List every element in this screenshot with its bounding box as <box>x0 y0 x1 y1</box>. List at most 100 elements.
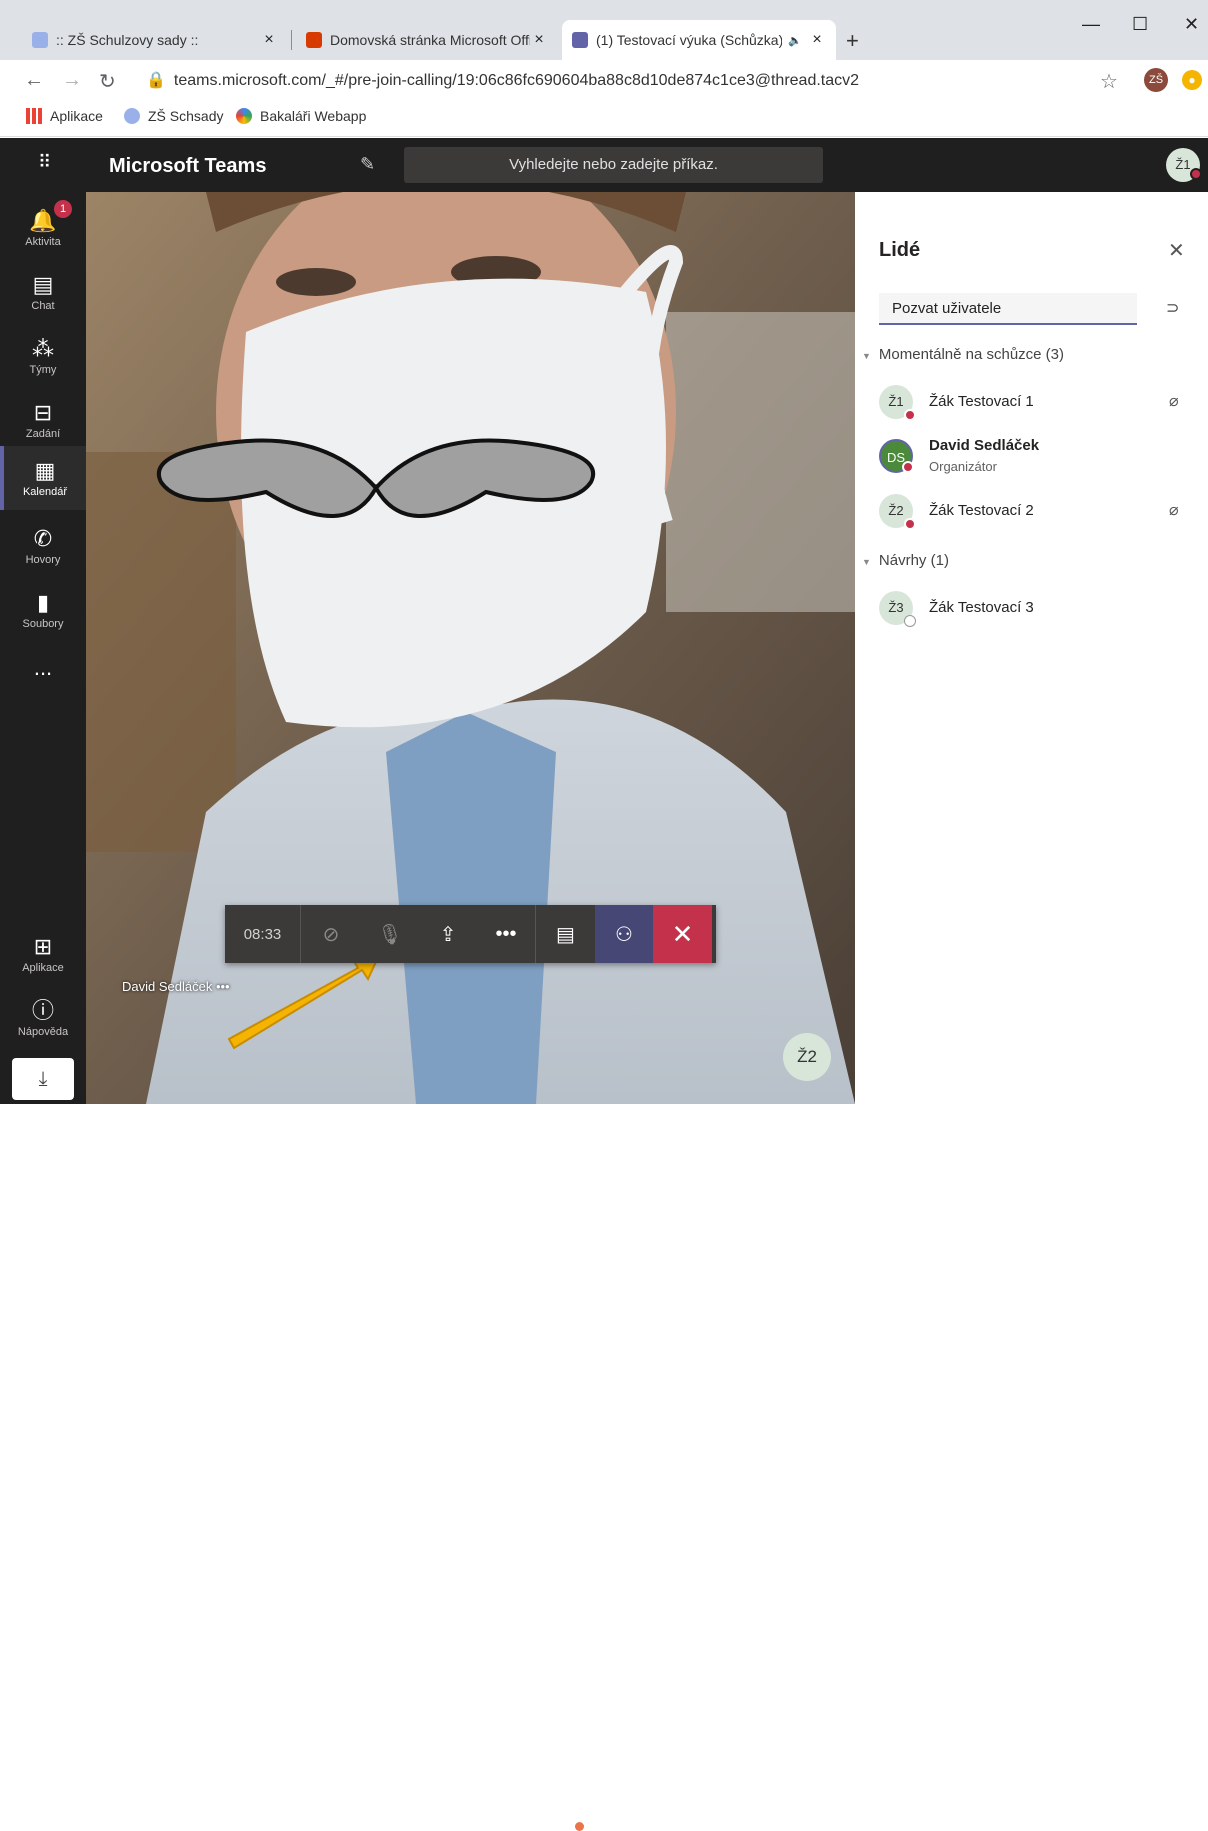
speaker-name: David Sedláček <box>122 979 213 994</box>
show-participants-button[interactable]: ⚇ <box>595 905 653 963</box>
mic-muted-icon: ⌀ <box>1169 502 1179 519</box>
camera-off-icon: ⊘ <box>322 923 340 946</box>
avatar: Ž3 <box>879 591 916 627</box>
rail-item-more[interactable]: ... <box>0 636 86 700</box>
rail-label: Týmy <box>29 363 57 376</box>
bookmark-bakalari[interactable]: Bakaláři Webapp <box>236 108 366 124</box>
tab-close-icon[interactable]: × <box>808 31 826 49</box>
bell-icon: 🔔 <box>29 207 57 233</box>
tab-close-icon[interactable]: × <box>260 31 278 49</box>
people-panel <box>855 192 1208 1104</box>
participant-name: Žák Testovací 2 <box>929 502 1034 519</box>
participant-row[interactable]: Ž1 Žák Testovací 1 ⌀ <box>879 381 1199 425</box>
panel-title: Lidé <box>879 239 921 261</box>
share-screen-button[interactable]: ⇪ <box>419 905 477 963</box>
rail-item-assignments[interactable]: ⊟ Zadání <box>0 388 86 452</box>
invite-people-input[interactable]: Pozvat uživatele <box>879 293 1137 325</box>
status-offline-dot <box>904 615 916 627</box>
phone-icon: ✆ <box>33 525 53 551</box>
camera-off-button[interactable]: ⊘ <box>301 905 361 963</box>
microphone-muted-button[interactable]: 🎙 <box>361 905 419 963</box>
avatar: DS <box>879 439 914 473</box>
forward-button[interactable]: → <box>62 69 82 92</box>
section-suggestions[interactable]: ▼ Návrhy (1) <box>862 552 949 569</box>
participant-role: Organizátor <box>929 459 997 474</box>
bookmark-apps[interactable]: Aplikace <box>26 108 103 124</box>
tab-suffix: :: <box>190 32 199 48</box>
copy-link-icon[interactable]: ⊃ <box>1166 298 1179 318</box>
status-busy-dot <box>902 461 914 473</box>
status-busy-dot <box>1190 168 1202 180</box>
rail-label: Aplikace <box>22 961 64 974</box>
app-launcher-icon[interactable]: ⠿ <box>38 152 52 173</box>
download-app-icon[interactable]: ⤓ <box>12 1058 74 1100</box>
section-in-meeting[interactable]: ▼ Momentálně na schůzce (3) <box>862 346 1064 363</box>
maximize-button[interactable]: ☐ <box>1132 14 1148 35</box>
tab-teams-meeting[interactable]: (1) Testovací výuka (Schůzka) 🔈 × <box>562 20 836 60</box>
rail-label: Nápověda <box>17 1025 69 1038</box>
tab-title: (1) Testovací výuka (Schůzka) <box>596 32 783 48</box>
rail-item-apps[interactable]: ⊞ Aplikace <box>0 922 86 986</box>
participant-name: David Sedláček <box>929 437 1040 454</box>
section-label: Momentálně na schůzce (3) <box>878 346 1065 363</box>
collapse-caret-icon: ▼ <box>862 351 871 361</box>
back-button[interactable]: ← <box>24 69 44 92</box>
tab-school[interactable]: :: ZŠ Schulzovy sady :: × <box>22 20 288 60</box>
new-chat-icon[interactable]: ✎ <box>360 154 375 175</box>
participant-name: Žák Testovací 3 <box>929 599 1034 616</box>
bookmark-star-icon[interactable]: ☆ <box>1100 69 1118 94</box>
close-window-button[interactable]: ✕ <box>1184 14 1199 35</box>
backpack-icon: ⊟ <box>33 399 53 425</box>
tab-close-icon[interactable]: × <box>530 31 548 49</box>
file-icon: ▮ <box>36 589 50 615</box>
tab-prefix: :: <box>56 32 64 48</box>
speaker-more-icon[interactable]: ••• <box>216 979 230 994</box>
minimize-button[interactable]: — <box>1082 14 1100 35</box>
bookmark-label: Bakaláři Webapp <box>260 108 367 124</box>
command-search-box[interactable]: Vyhledejte nebo zadejte příkaz. <box>404 147 823 183</box>
app-title: Microsoft Teams <box>109 155 267 177</box>
extension-icon[interactable]: ● <box>1182 70 1202 90</box>
participant-row[interactable]: DS David Sedláček Organizátor <box>879 435 1199 479</box>
school-icon <box>124 108 140 124</box>
speaker-name-label: David Sedláček ••• <box>122 979 230 994</box>
people-icon: ⚇ <box>615 923 633 946</box>
rail-label: Soubory <box>22 617 64 630</box>
teams-favicon-icon <box>572 32 588 48</box>
calendar-icon: ▦ <box>34 457 56 483</box>
rail-label: Hovory <box>25 553 61 566</box>
rail-item-files[interactable]: ▮ Soubory <box>0 578 86 642</box>
tab-office[interactable]: Domovská stránka Microsoft Offi × <box>296 20 558 60</box>
status-busy-dot <box>904 409 916 421</box>
audio-playing-icon[interactable]: 🔈 <box>788 34 802 47</box>
mic-muted-icon: 🎙 <box>377 923 403 946</box>
url-text: teams.microsoft.com/_#/pre-join-calling/… <box>173 72 860 89</box>
more-actions-button[interactable]: ••• <box>477 905 535 963</box>
address-bar[interactable]: 🔒 teams.microsoft.com/_#/pre-join-calling… <box>146 70 859 90</box>
rail-label: Kalendář <box>22 485 68 498</box>
suggestion-row[interactable]: Ž3 Žák Testovací 3 <box>879 587 1199 631</box>
participant-row[interactable]: Ž2 Žák Testovací 2 ⌀ <box>879 490 1199 534</box>
school-favicon-icon <box>32 32 48 48</box>
lock-icon: 🔒 <box>146 72 166 89</box>
profile-avatar[interactable]: ZŠ <box>1144 68 1168 92</box>
avatar: Ž2 <box>879 494 916 530</box>
teams-icon: ⁂ <box>32 335 54 361</box>
rail-item-activity[interactable]: 🔔 1 Aktivita <box>0 196 86 260</box>
rail-item-calendar[interactable]: ▦ Kalendář <box>0 446 86 510</box>
show-conversation-button[interactable]: ▤ <box>535 905 595 963</box>
close-panel-icon[interactable]: ✕ <box>1168 238 1185 263</box>
leave-call-button[interactable]: ✕ <box>653 905 712 963</box>
rail-item-help[interactable]: ⓘ Nápověda <box>0 986 86 1050</box>
avatar-initials: Ž2 <box>888 503 904 518</box>
bookmark-school[interactable]: ZŠ Schsady <box>124 108 223 124</box>
rail-item-calls[interactable]: ✆ Hovory <box>0 514 86 578</box>
new-tab-button[interactable]: + <box>846 28 859 54</box>
video-stage <box>86 192 855 1104</box>
reload-button[interactable]: ↻ <box>99 69 116 94</box>
rail-item-chat[interactable]: ▤ Chat <box>0 260 86 324</box>
rail-item-teams[interactable]: ⁂ Týmy <box>0 324 86 388</box>
user-avatar[interactable]: Ž1 <box>1166 148 1202 182</box>
participant-tile[interactable]: Ž2 <box>783 1033 831 1081</box>
hang-up-icon: ✕ <box>671 918 694 949</box>
